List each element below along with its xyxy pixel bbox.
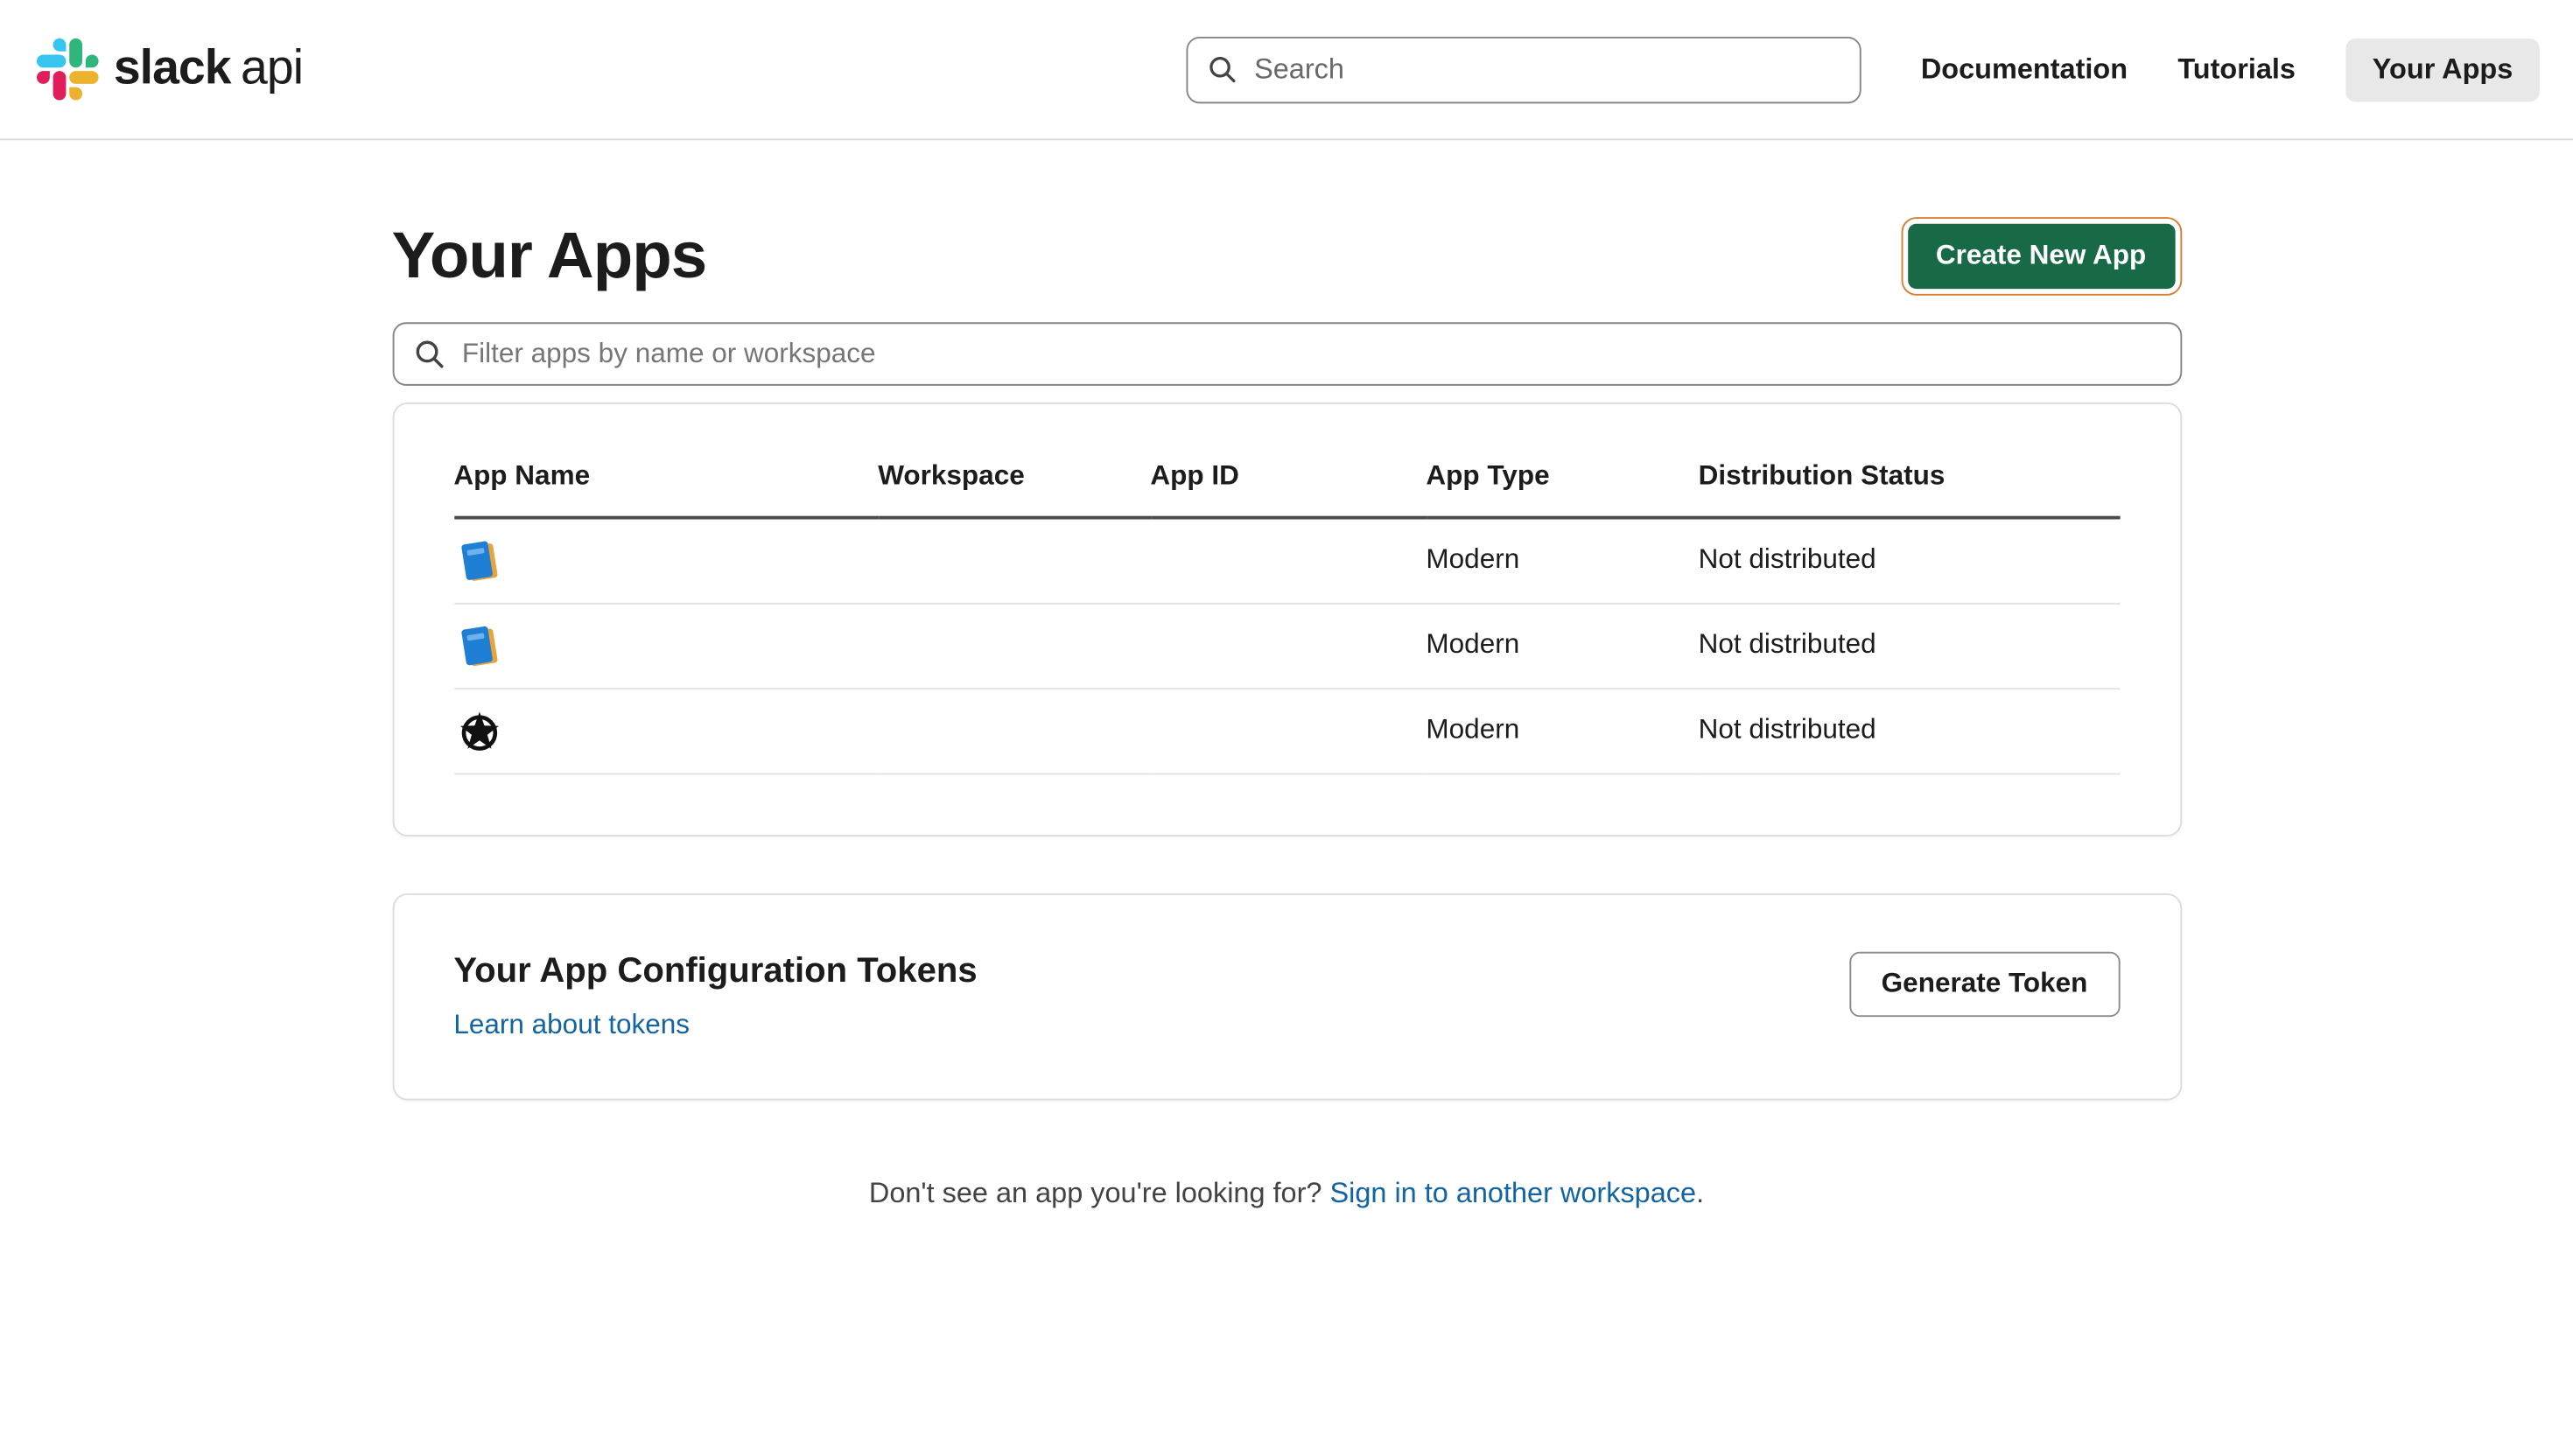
brand-text: slackapi — [114, 42, 303, 97]
app-row[interactable]: Modern Not distributed — [453, 603, 2119, 688]
workspace-cell — [878, 518, 1150, 603]
distribution-status-cell: Not distributed — [1699, 518, 2120, 603]
tokens-card-title: Your App Configuration Tokens — [453, 951, 977, 991]
workspace-cell — [878, 603, 1150, 688]
header-search — [1186, 36, 1861, 102]
nav-your-apps[interactable]: Your Apps — [2345, 38, 2540, 102]
create-new-app-focus-ring: Create New App — [1901, 217, 2182, 296]
app-type-cell: Modern — [1426, 603, 1698, 688]
footer-suffix: . — [1696, 1176, 1704, 1208]
generate-token-button[interactable]: Generate Token — [1849, 951, 2119, 1016]
apps-table: App Name Workspace App ID App Type Distr… — [453, 441, 2119, 774]
footer-note: Don't see an app you're looking for? Sig… — [392, 1176, 2182, 1209]
table-header-row: App Name Workspace App ID App Type Distr… — [453, 441, 2119, 518]
column-header-app-id: App ID — [1150, 441, 1426, 518]
app-type-cell: Modern — [1426, 518, 1698, 603]
app-id-cell — [1150, 603, 1426, 688]
apps-table-card: App Name Workspace App ID App Type Distr… — [392, 402, 2182, 836]
black-star-icon — [453, 705, 503, 755]
app-name-cell — [453, 518, 878, 603]
brand-api: api — [241, 42, 303, 95]
app-id-cell — [1150, 688, 1426, 773]
viewport: slackapi Documentation Tutorials Your Ap… — [0, 0, 2573, 1456]
sign-in-another-workspace-link[interactable]: Sign in to another workspace — [1329, 1176, 1696, 1208]
app-name-cell — [453, 603, 878, 688]
app-row[interactable]: Modern Not distributed — [453, 688, 2119, 773]
column-header-distribution-status: Distribution Status — [1699, 441, 2120, 518]
app-row[interactable]: Modern Not distributed — [453, 518, 2119, 603]
brand-slack: slack — [114, 42, 231, 95]
tokens-card-text: Your App Configuration Tokens Learn abou… — [453, 951, 977, 1041]
page-title: Your Apps — [392, 220, 707, 293]
distribution-status-cell: Not distributed — [1699, 688, 2120, 773]
column-header-workspace: Workspace — [878, 441, 1150, 518]
column-header-app-name: App Name — [453, 441, 878, 518]
nav-documentation[interactable]: Documentation — [1921, 52, 2128, 86]
slack-logo-icon — [37, 38, 99, 101]
apps-filter-input[interactable] — [459, 337, 2159, 372]
blue-book-icon — [453, 536, 503, 585]
slack-logo[interactable]: slackapi — [37, 38, 303, 101]
distribution-status-cell: Not distributed — [1699, 603, 2120, 688]
header-nav: Documentation Tutorials Your Apps — [1921, 38, 2540, 102]
config-tokens-card: Your App Configuration Tokens Learn abou… — [392, 892, 2182, 1100]
search-input[interactable] — [1251, 51, 1839, 88]
filter-search-icon — [414, 339, 444, 368]
blue-book-icon — [453, 620, 503, 670]
title-row: Your Apps Create New App — [392, 217, 2182, 296]
app-id-cell — [1150, 518, 1426, 603]
header: slackapi Documentation Tutorials Your Ap… — [0, 0, 2573, 140]
learn-about-tokens-link[interactable]: Learn about tokens — [453, 1010, 690, 1040]
workspace-cell — [878, 688, 1150, 773]
create-new-app-button[interactable]: Create New App — [1907, 224, 2174, 289]
app-name-cell — [453, 688, 878, 773]
footer-text: Don't see an app you're looking for? — [869, 1176, 1330, 1208]
nav-tutorials[interactable]: Tutorials — [2177, 52, 2296, 86]
search-icon — [1208, 55, 1236, 83]
page: slackapi Documentation Tutorials Your Ap… — [0, 0, 2573, 1456]
column-header-app-type: App Type — [1426, 441, 1698, 518]
apps-filter — [392, 322, 2182, 386]
main-container: Your Apps Create New App App Name Worksp… — [392, 217, 2182, 1209]
app-type-cell: Modern — [1426, 688, 1698, 773]
